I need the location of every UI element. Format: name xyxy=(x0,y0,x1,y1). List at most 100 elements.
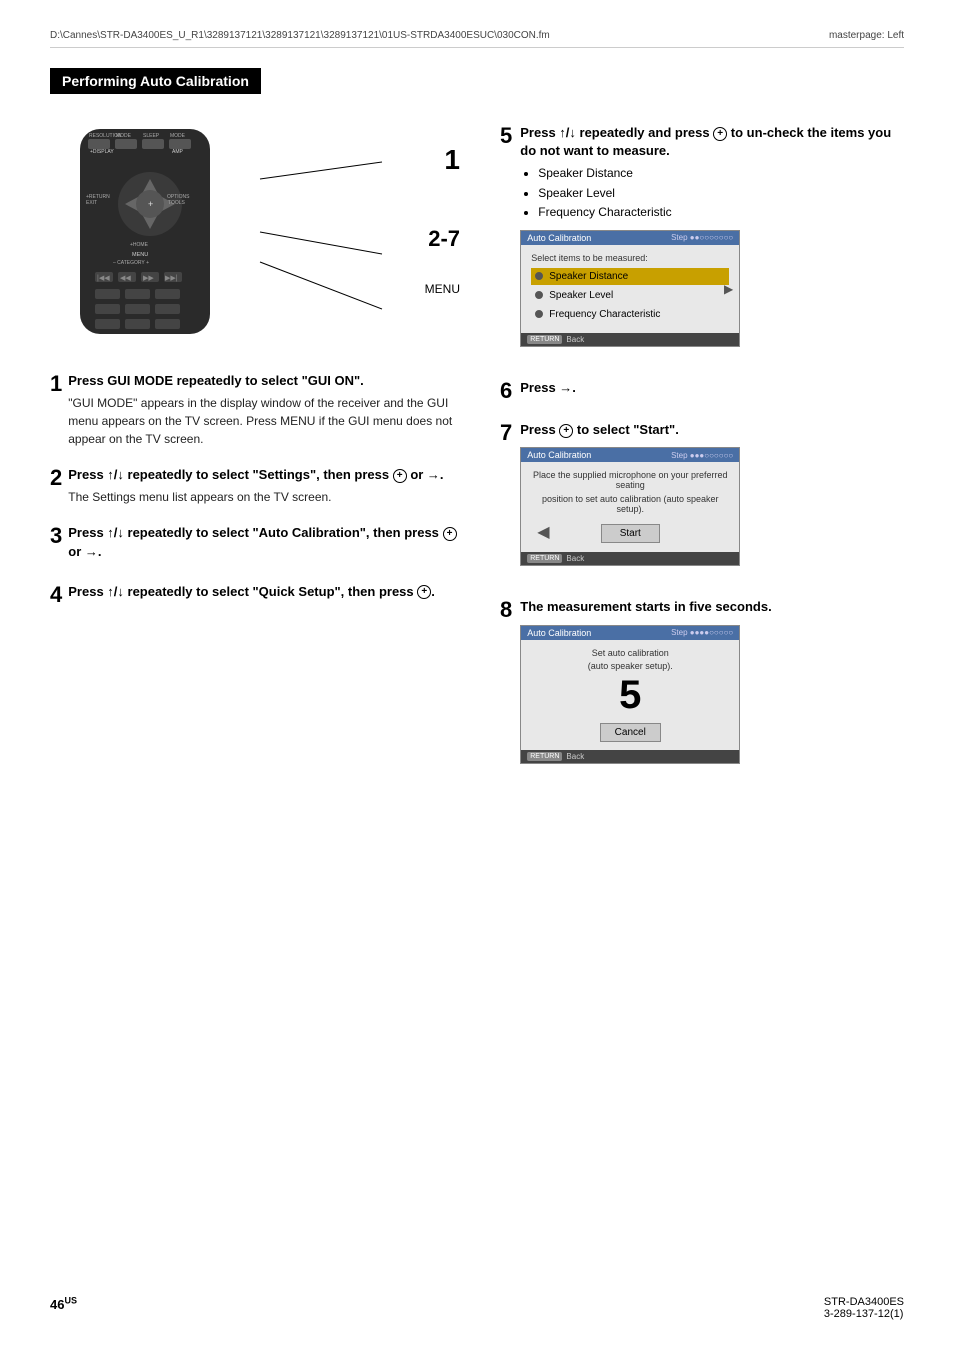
screen5-footer: RETURN Back xyxy=(521,333,739,346)
screen7-footer-btn[interactable]: RETURN xyxy=(527,554,562,563)
step-4: 4 Press ↑/↓ repeatedly to select "Quick … xyxy=(50,583,470,607)
screen5-title: Auto Calibration xyxy=(527,233,591,243)
screen7-text2: position to set auto calibration (auto s… xyxy=(531,494,729,514)
steps-left: 1 Press GUI MODE repeatedly to select "G… xyxy=(50,372,470,607)
step-7-content: Press + to select "Start". Auto Calibrat… xyxy=(520,421,904,578)
bullet-frequency: Frequency Characteristic xyxy=(538,203,904,222)
screen5-arrow: ▶ xyxy=(724,282,733,296)
step-2-title: Press ↑/↓ repeatedly to select "Settings… xyxy=(68,466,470,484)
screen7-start-btn[interactable]: Start xyxy=(601,524,660,543)
screen8-cancel-btn[interactable]: Cancel xyxy=(600,723,661,742)
step-3-content: Press ↑/↓ repeatedly to select "Auto Cal… xyxy=(68,524,470,564)
bullet-speaker-distance: Speaker Distance xyxy=(538,164,904,183)
remote-container: RESOLUTION MODE SLEEP MODE +DISPLAY AMP xyxy=(50,124,470,354)
step-2-content: Press ↑/↓ repeatedly to select "Settings… xyxy=(68,466,470,506)
step-7: 7 Press + to select "Start". Auto Calibr… xyxy=(500,421,904,578)
screen5-item-2-label: Frequency Characteristic xyxy=(549,309,660,320)
screen8-dots: Step ●●●●○○○○○ xyxy=(671,628,733,637)
page-footer: 46US STR-DA3400ES 3-289-137-12(1) xyxy=(0,1296,954,1320)
screen7-dots: Step ●●●○○○○○○ xyxy=(671,451,733,460)
screen-step7: Auto Calibration Step ●●●○○○○○○ Place th… xyxy=(520,447,740,566)
screen7-header: Auto Calibration Step ●●●○○○○○○ xyxy=(521,448,739,462)
step-3: 3 Press ↑/↓ repeatedly to select "Auto C… xyxy=(50,524,470,564)
product-info: STR-DA3400ES 3-289-137-12(1) xyxy=(824,1296,904,1320)
header-filepath: D:\Cannes\STR-DA3400ES_U_R1\3289137121\3… xyxy=(50,30,550,41)
screen5-header: Auto Calibration Step ●●○○○○○○○ xyxy=(521,231,739,245)
screen5-body-label: Select items to be measured: xyxy=(531,253,729,263)
step-4-number: 4 xyxy=(50,583,62,607)
page-num-value: 46US xyxy=(50,1297,77,1312)
step-2-number: 2 xyxy=(50,466,62,490)
step-5-number: 5 xyxy=(500,124,512,148)
svg-text:|◀◀: |◀◀ xyxy=(97,275,110,282)
svg-text:– CATEGORY +: – CATEGORY + xyxy=(113,260,149,266)
step-6-title: Press →. xyxy=(520,379,904,397)
screen5-item-1: Speaker Level xyxy=(531,287,729,304)
screen5-item-1-label: Speaker Level xyxy=(549,290,613,301)
circle-plus-icon-3: + xyxy=(443,527,457,541)
page-number: 46US xyxy=(50,1296,77,1320)
screen7-body: Place the supplied microphone on your pr… xyxy=(521,462,739,552)
step-7-title: Press + to select "Start". xyxy=(520,421,904,439)
left-column: RESOLUTION MODE SLEEP MODE +DISPLAY AMP xyxy=(50,124,470,796)
step-1-body: "GUI MODE" appears in the display window… xyxy=(68,394,470,448)
screen8-body: Set auto calibration (auto speaker setup… xyxy=(521,640,739,750)
step-6-number: 6 xyxy=(500,379,512,403)
screen5-item-0-label: Speaker Distance xyxy=(549,271,628,282)
remote-label-27: 2-7 xyxy=(425,226,460,252)
step-3-number: 3 xyxy=(50,524,62,548)
circle-plus-5: + xyxy=(713,127,727,141)
catalog-number: 3-289-137-12(1) xyxy=(824,1308,904,1320)
step-5-bullets: Speaker Distance Speaker Level Frequency… xyxy=(538,164,904,222)
header-masterpage: masterpage: Left xyxy=(829,30,904,41)
remote-control-image: RESOLUTION MODE SLEEP MODE +DISPLAY AMP xyxy=(50,124,250,344)
screen8-header: Auto Calibration Step ●●●●○○○○○ xyxy=(521,626,739,640)
screen8-title: Auto Calibration xyxy=(527,628,591,638)
page-header: D:\Cannes\STR-DA3400ES_U_R1\3289137121\3… xyxy=(50,30,904,48)
step-6-content: Press →. xyxy=(520,379,904,401)
svg-text:+DISPLAY: +DISPLAY xyxy=(90,149,114,155)
screen-step8: Auto Calibration Step ●●●●○○○○○ Set auto… xyxy=(520,625,740,764)
screen7-title: Auto Calibration xyxy=(527,450,591,460)
svg-text:TOOLS: TOOLS xyxy=(168,200,186,206)
step-6: 6 Press →. xyxy=(500,379,904,401)
screen7-arrow-left: ◀ xyxy=(537,522,549,542)
step-2-body: The Settings menu list appears on the TV… xyxy=(68,488,470,506)
step-3-title: Press ↑/↓ repeatedly to select "Auto Cal… xyxy=(68,524,470,560)
step-4-content: Press ↑/↓ repeatedly to select "Quick Se… xyxy=(68,583,470,605)
step-1-content: Press GUI MODE repeatedly to select "GUI… xyxy=(68,372,470,448)
svg-text:MODE: MODE xyxy=(170,133,186,139)
content-columns: RESOLUTION MODE SLEEP MODE +DISPLAY AMP xyxy=(50,124,904,796)
step-8-content: The measurement starts in five seconds. … xyxy=(520,598,904,775)
svg-text:▶▶: ▶▶ xyxy=(143,275,154,282)
screen7-footer-label: Back xyxy=(566,554,584,563)
dot-2 xyxy=(535,310,543,318)
screen7-footer: RETURN Back xyxy=(521,552,739,565)
screen5-footer-btn[interactable]: RETURN xyxy=(527,335,562,344)
svg-text:+: + xyxy=(148,199,153,209)
page: D:\Cannes\STR-DA3400ES_U_R1\3289137121\3… xyxy=(0,0,954,1350)
svg-text:+HOME: +HOME xyxy=(130,242,149,248)
product-name: STR-DA3400ES xyxy=(824,1296,904,1308)
svg-text:MODE: MODE xyxy=(116,133,132,139)
step-1: 1 Press GUI MODE repeatedly to select "G… xyxy=(50,372,470,448)
bullet-speaker-level: Speaker Level xyxy=(538,184,904,203)
svg-text:SLEEP: SLEEP xyxy=(143,133,160,139)
dot-1 xyxy=(535,291,543,299)
step-5-title: Press ↑/↓ repeatedly and press + to un-c… xyxy=(520,124,904,160)
screen5-item-0: Speaker Distance xyxy=(531,268,729,285)
remote-label-1: 1 xyxy=(425,144,460,176)
svg-text:EXIT: EXIT xyxy=(86,200,97,206)
screen8-footer-btn[interactable]: RETURN xyxy=(527,752,562,761)
step-4-title: Press ↑/↓ repeatedly to select "Quick Se… xyxy=(68,583,470,601)
screen5-body: Select items to be measured: Speaker Dis… xyxy=(521,245,739,333)
step-1-number: 1 xyxy=(50,372,62,396)
dot-0 xyxy=(535,272,543,280)
step-1-title: Press GUI MODE repeatedly to select "GUI… xyxy=(68,372,470,390)
right-column: 5 Press ↑/↓ repeatedly and press + to un… xyxy=(500,124,904,796)
screen5-item-2: Frequency Characteristic xyxy=(531,306,729,323)
svg-text:◀◀: ◀◀ xyxy=(120,275,131,282)
circle-plus-7: + xyxy=(559,424,573,438)
screen5-dots: Step ●●○○○○○○○ xyxy=(671,233,733,242)
svg-text:AMP: AMP xyxy=(172,149,184,155)
